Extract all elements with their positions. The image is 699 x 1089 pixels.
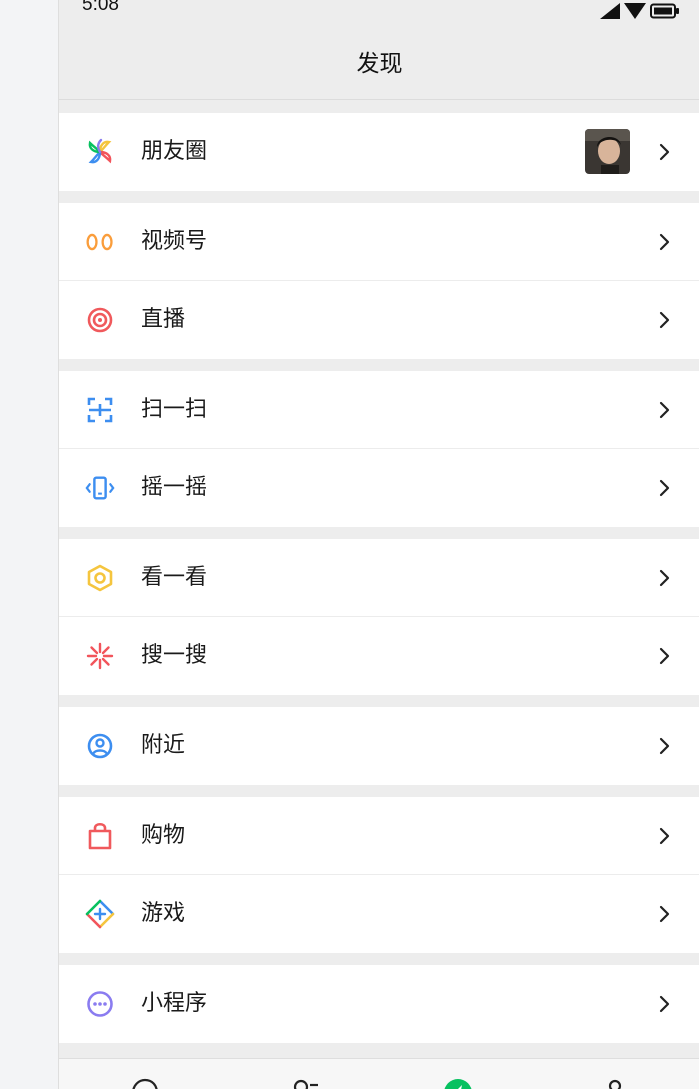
discover-list: 朋友圈 视频号 直播 扫一扫 摇一摇 看一看 搜一搜 附近 购物 游戏 小程序	[59, 101, 699, 1043]
battery-icon	[650, 3, 679, 19]
section-gap	[59, 695, 699, 707]
search-label: 搜一搜	[141, 643, 208, 668]
status-icons	[600, 3, 680, 19]
shake-label: 摇一摇	[141, 475, 208, 500]
discover-tab-icon[interactable]	[442, 1077, 474, 1089]
mini-programs-label: 小程序	[141, 991, 208, 1016]
section-gap	[59, 101, 699, 113]
page-title: 发现	[356, 51, 403, 77]
chevron-right-icon	[659, 737, 670, 755]
chevron-right-icon	[659, 143, 670, 161]
scan-icon	[85, 395, 115, 425]
chevron-right-icon	[659, 827, 670, 845]
nearby-item[interactable]: 附近	[59, 707, 699, 785]
cellular-signal-icon	[600, 3, 620, 19]
moments-item[interactable]: 朋友圈	[59, 113, 699, 191]
chevron-right-icon	[659, 647, 670, 665]
section-gap	[59, 527, 699, 539]
top-stories-label: 看一看	[141, 565, 208, 590]
live-label: 直播	[141, 307, 186, 332]
shopping-bag-icon	[85, 821, 115, 851]
chevron-right-icon	[659, 905, 670, 923]
shake-icon	[85, 473, 115, 503]
mini-programs-icon	[85, 989, 115, 1019]
chevron-right-icon	[659, 995, 670, 1013]
search-icon	[85, 641, 115, 671]
live-item[interactable]: 直播	[59, 281, 699, 359]
nearby-icon	[85, 731, 115, 761]
chevron-right-icon	[659, 233, 670, 251]
scan-item[interactable]: 扫一扫	[59, 371, 699, 449]
shopping-label: 购物	[141, 823, 186, 848]
chevron-right-icon	[659, 401, 670, 419]
mini-programs-item[interactable]: 小程序	[59, 965, 699, 1043]
nearby-label: 附近	[141, 733, 186, 758]
scan-label: 扫一扫	[141, 397, 208, 422]
moments-label: 朋友圈	[141, 139, 208, 164]
section-gap	[59, 953, 699, 965]
left-background-strip	[0, 0, 58, 1089]
section-gap	[59, 359, 699, 371]
search-item[interactable]: 搜一搜	[59, 617, 699, 695]
top-stories-item[interactable]: 看一看	[59, 539, 699, 617]
channels-item[interactable]: 视频号	[59, 203, 699, 281]
chats-tab-icon[interactable]	[129, 1077, 161, 1089]
live-icon	[85, 305, 115, 335]
section-gap	[59, 785, 699, 797]
shake-item[interactable]: 摇一摇	[59, 449, 699, 527]
moments-avatar-thumbnail	[585, 129, 630, 174]
moments-icon	[85, 137, 115, 167]
phone-screen: 5:08 发现 朋友圈 视频号 直播 扫一扫 摇一摇 看一看 搜一搜 附近 购物…	[58, 0, 699, 1089]
status-bar: 5:08	[59, 0, 699, 22]
contacts-tab-icon[interactable]	[291, 1077, 323, 1089]
me-tab-icon[interactable]	[599, 1077, 631, 1089]
navigation-bar: 发现	[59, 22, 699, 100]
bottom-tab-bar	[59, 1058, 699, 1089]
status-time: 5:08	[82, 0, 119, 15]
chevron-right-icon	[659, 479, 670, 497]
section-gap	[59, 191, 699, 203]
channels-label: 视频号	[141, 229, 208, 254]
shopping-item[interactable]: 购物	[59, 797, 699, 875]
chevron-right-icon	[659, 569, 670, 587]
games-item[interactable]: 游戏	[59, 875, 699, 953]
wifi-icon	[624, 3, 646, 19]
games-label: 游戏	[141, 901, 186, 926]
games-icon	[85, 899, 115, 929]
channels-icon	[85, 227, 115, 257]
chevron-right-icon	[659, 311, 670, 329]
top-stories-icon	[85, 563, 115, 593]
